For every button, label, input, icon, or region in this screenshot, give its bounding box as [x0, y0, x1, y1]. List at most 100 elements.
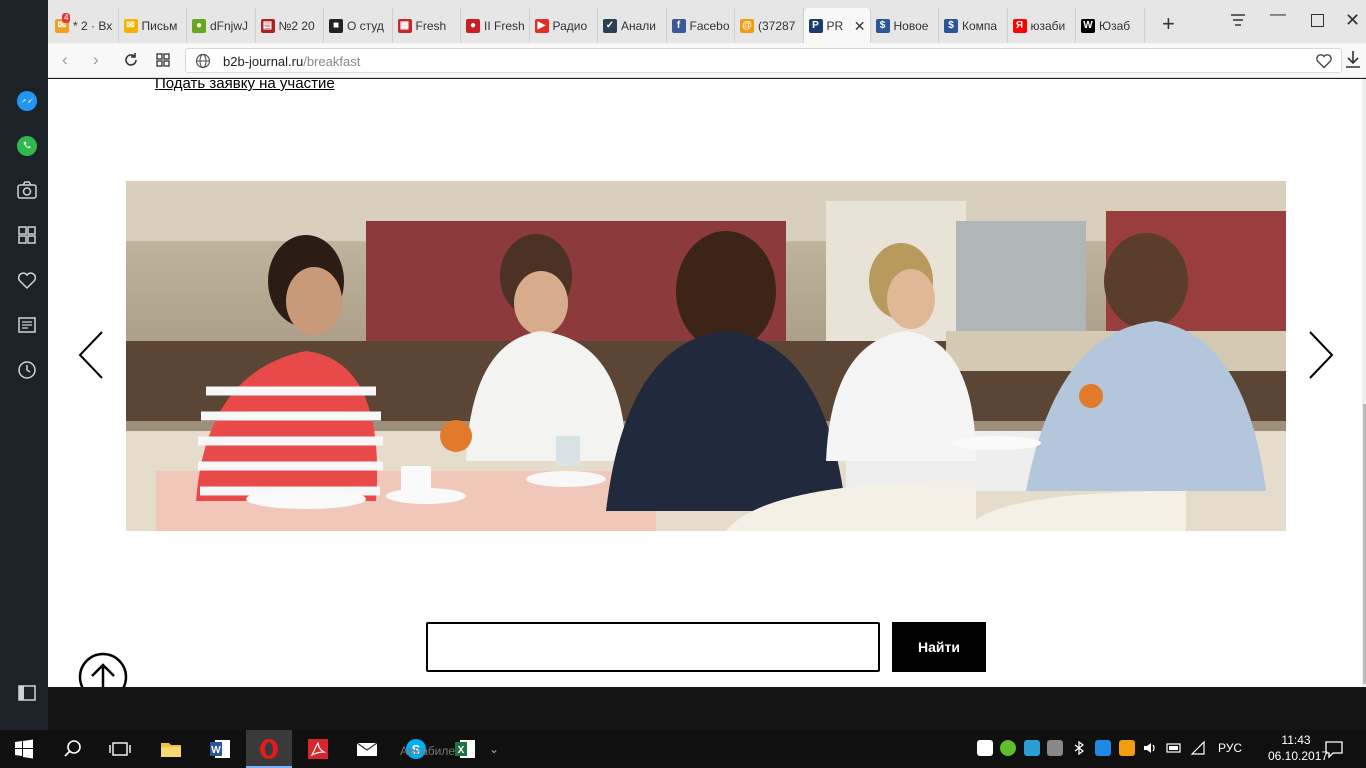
tab-title: Facebo — [689, 18, 730, 33]
volume-icon[interactable] — [1142, 740, 1158, 756]
tab-title: Юзаб — [1099, 18, 1131, 33]
tab-title: dFnjwJ — [210, 18, 249, 33]
browser-tab[interactable]: W Юзаб — [1076, 8, 1145, 43]
speed-dial-sidebar-icon[interactable] — [16, 224, 38, 246]
tab-title: О студ — [347, 18, 384, 33]
check-icon: ✓ — [603, 18, 617, 33]
messenger-icon[interactable] — [16, 90, 38, 112]
browser-tab[interactable]: ■ О студ — [324, 8, 393, 43]
system-clock[interactable]: 11:43 06.10.2017 — [1268, 732, 1329, 764]
close-tab-icon[interactable]: ✕ — [854, 18, 866, 35]
tab-title: Анали — [621, 18, 657, 33]
forward-button[interactable]: › — [93, 50, 99, 70]
tray-green-icon[interactable] — [1000, 740, 1016, 756]
notification-center-icon[interactable] — [1324, 739, 1344, 759]
browser-tab[interactable]: ● dFnjwJ — [187, 8, 256, 43]
address-toolbar: ‹ › b2b-journal.ru/breakfast — [48, 43, 1366, 78]
back-button[interactable]: ‹ — [62, 50, 68, 70]
scroll-to-top-icon[interactable] — [78, 652, 128, 687]
opera-sidebar — [0, 0, 48, 730]
language-indicator[interactable]: РУС — [1218, 741, 1242, 755]
tab-title: II Fresh — [484, 18, 525, 33]
opera-taskbar-icon[interactable] — [258, 738, 280, 760]
browser-tab[interactable]: f Facebo — [667, 8, 735, 43]
wikipedia-icon: W — [1081, 18, 1095, 33]
carousel-next-arrow[interactable] — [1306, 329, 1336, 381]
carousel-photo — [126, 181, 1286, 531]
dollar-icon: $ — [875, 18, 890, 33]
reload-icon[interactable] — [123, 52, 139, 68]
bluetooth-icon[interactable] — [1071, 740, 1087, 756]
tray-orange-icon[interactable] — [1119, 740, 1135, 756]
grid-icon: ▦ — [397, 18, 412, 33]
green-circle-icon: ● — [192, 18, 206, 33]
browser-tab[interactable]: ▤ №2 20 — [256, 8, 324, 43]
network-icon[interactable] — [1190, 740, 1206, 756]
dollar-icon: $ — [944, 18, 958, 33]
tab-title: * 2 · Вх — [73, 18, 113, 33]
tab-title: Письм — [141, 18, 178, 33]
browser-tab[interactable]: $ Компа — [939, 8, 1008, 43]
page-scrollbar[interactable] — [1362, 79, 1366, 687]
speed-dial-icon[interactable] — [156, 53, 170, 67]
heart-icon[interactable] — [16, 269, 38, 291]
file-explorer-icon[interactable] — [160, 738, 182, 760]
tray-snowflake-icon[interactable] — [1095, 740, 1111, 756]
search-input[interactable] — [426, 622, 880, 672]
close-window-button[interactable]: ✕ — [1345, 10, 1360, 31]
pr-icon: P — [808, 18, 823, 33]
tab-title: Fresh — [415, 18, 447, 33]
tray-sync-icon[interactable] — [1024, 740, 1040, 756]
browser-tab[interactable]: $ Новое — [871, 8, 939, 43]
red-circle-icon: ● — [466, 18, 480, 33]
history-clock-icon[interactable] — [16, 359, 38, 381]
square-icon: ■ — [329, 18, 343, 33]
browser-tab[interactable]: @ (37287 — [735, 8, 804, 43]
bookmark-heart-icon[interactable] — [1315, 52, 1333, 70]
clock-date: 06.10.2017 — [1268, 749, 1329, 763]
word-icon[interactable]: W — [209, 738, 231, 760]
svg-text:W: W — [211, 745, 221, 756]
web-page: Подать заявку на участие Найти — [48, 79, 1366, 687]
tab-menu-icon[interactable] — [1229, 13, 1247, 27]
envelope-icon: ✉ — [123, 18, 138, 33]
sidebar-toggle-icon[interactable] — [18, 685, 36, 701]
browser-tab[interactable]: ✓ Анали — [598, 8, 667, 43]
new-tab-button[interactable]: + — [1162, 13, 1175, 35]
browser-tab[interactable]: ✉ Письм — [119, 8, 187, 43]
acrobat-icon[interactable] — [307, 738, 329, 760]
address-field[interactable]: b2b-journal.ru/breakfast — [185, 48, 1342, 73]
browser-tab[interactable]: ✉ 4 * 2 · Вх — [50, 8, 119, 43]
task-view-icon[interactable] — [109, 738, 131, 760]
windows-start-icon[interactable] — [14, 739, 34, 759]
browser-tab[interactable]: P PR ✕ — [803, 8, 871, 43]
download-icon[interactable] — [1344, 49, 1362, 71]
at-icon: @ — [740, 18, 754, 33]
browser-tab[interactable]: ▦ Fresh — [393, 8, 461, 43]
tab-strip: ✉ 4 * 2 · Вх ✉ Письм ● dFnjwJ ▤ №2 20 ■ О студ ▦ Fre… — [0, 0, 1366, 43]
tab-title: №2 20 — [278, 18, 315, 33]
globe-icon — [195, 53, 211, 69]
clock-time: 11:43 — [1281, 733, 1311, 747]
facebook-icon: f — [671, 18, 686, 33]
browser-tab[interactable]: ▶ Радио — [530, 8, 598, 43]
browser-tab[interactable]: ● II Fresh — [461, 8, 530, 43]
browser-tab[interactable]: Яюзаби — [1008, 8, 1076, 43]
apply-link[interactable]: Подать заявку на участие — [155, 79, 335, 92]
taskbar-chevron-icon[interactable]: ⌄ — [489, 742, 499, 756]
carousel-prev-arrow[interactable] — [76, 329, 106, 381]
tray-shield-icon[interactable] — [977, 740, 993, 756]
tab-title: PR — [826, 18, 844, 33]
camera-icon[interactable] — [16, 179, 38, 201]
tray-nk-icon[interactable] — [1047, 740, 1063, 756]
maximize-button[interactable] — [1311, 14, 1324, 27]
whatsapp-icon[interactable] — [16, 135, 38, 157]
battery-icon[interactable] — [1166, 740, 1182, 756]
tab-list: ✉ 4 * 2 · Вх ✉ Письм ● dFnjwJ ▤ №2 20 ■ О студ ▦ Fre… — [50, 8, 1145, 43]
search-icon[interactable] — [62, 738, 84, 760]
excel-icon[interactable]: X — [454, 738, 476, 760]
search-button[interactable]: Найти — [892, 622, 986, 672]
minimize-button[interactable]: — — [1270, 6, 1286, 24]
news-icon[interactable] — [16, 314, 38, 336]
mail-app-icon[interactable] — [356, 738, 378, 760]
